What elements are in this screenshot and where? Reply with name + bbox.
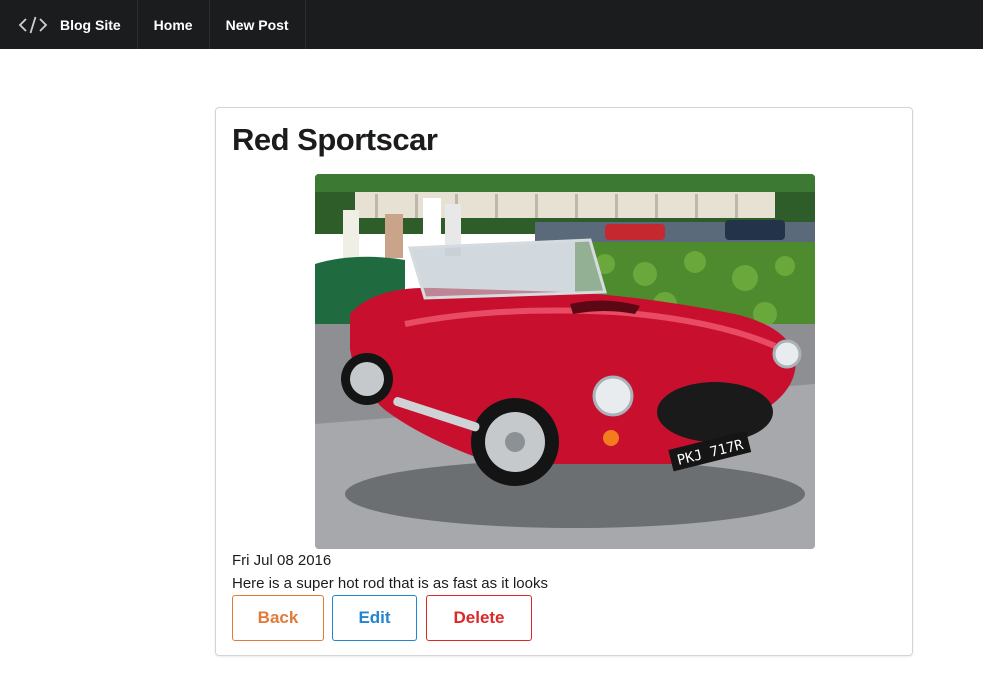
edit-button[interactable]: Edit: [332, 595, 417, 641]
post-image: PKJ 717R: [315, 174, 815, 549]
back-button-label: Back: [257, 608, 299, 627]
back-button[interactable]: Back: [232, 595, 324, 641]
code-icon: [18, 15, 48, 35]
delete-button-label: Delete: [453, 608, 505, 627]
post-date: Fri Jul 08 2016: [232, 552, 332, 569]
post-body: Here is a super hot rod that is as fast …: [232, 575, 548, 592]
edit-button-label: Edit: [358, 608, 391, 627]
delete-button[interactable]: Delete: [426, 595, 532, 641]
nav-item-home[interactable]: Home: [138, 0, 210, 49]
post-title: Red Sportscar: [232, 122, 438, 157]
nav-item-label: New Post: [225, 16, 289, 33]
nav-item-new-post[interactable]: New Post: [210, 0, 306, 49]
nav-item-label: Home: [153, 16, 193, 33]
brand-label: Blog Site: [60, 16, 121, 33]
post-card: Red Sportscar PKJ 717R Fri Jul 08 2016 H…: [215, 107, 913, 656]
top-navbar: Blog Site Home New Post: [0, 0, 983, 49]
brand-link[interactable]: Blog Site: [0, 0, 138, 49]
